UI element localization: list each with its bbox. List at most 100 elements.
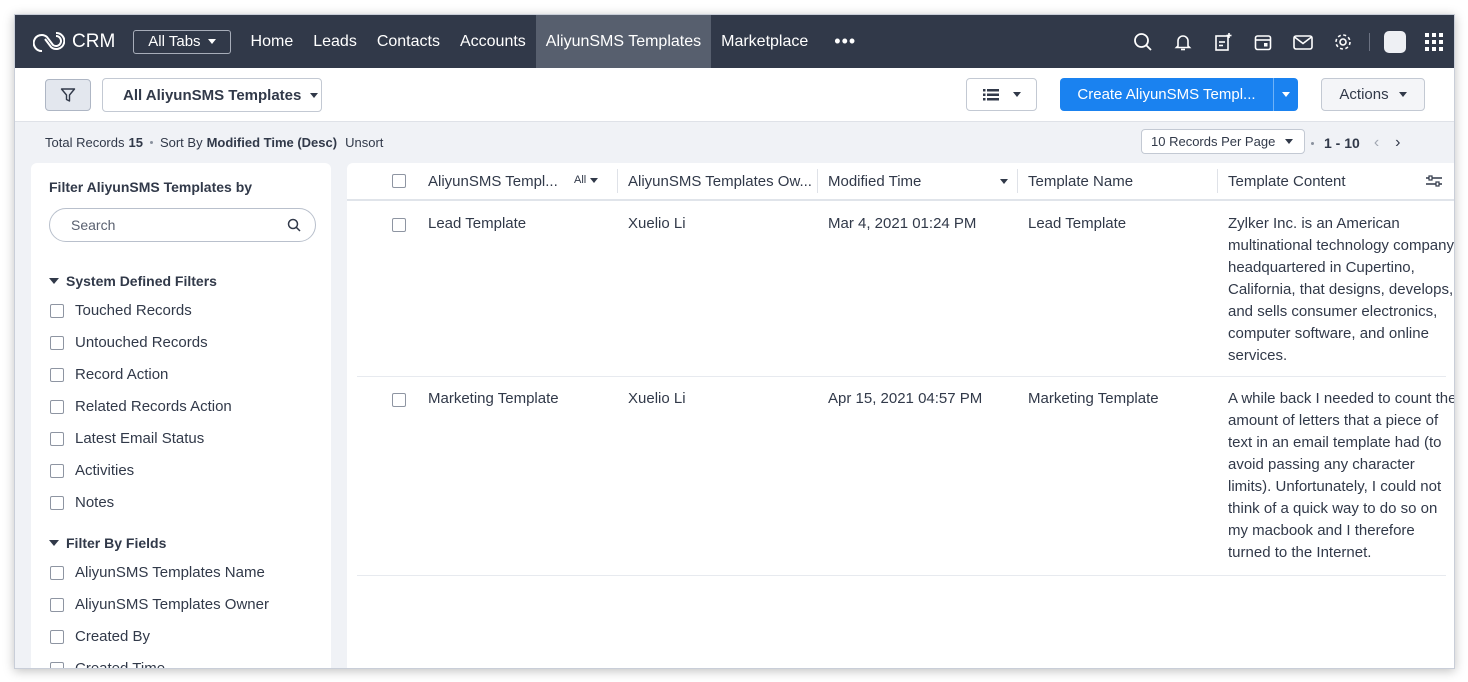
column-label: AliyunSMS Templates Ow... bbox=[628, 172, 812, 190]
checkbox[interactable] bbox=[50, 495, 64, 510]
row-checkbox[interactable] bbox=[392, 393, 406, 407]
sort-by-label: Sort By bbox=[159, 135, 203, 150]
previous-page-icon[interactable]: ‹ bbox=[1374, 135, 1379, 151]
column-filter-all-dropdown[interactable]: All bbox=[574, 174, 599, 186]
total-records-value: 15 bbox=[128, 135, 143, 150]
top-nav: CRM All Tabs Home Leads Contacts Account… bbox=[15, 15, 1454, 68]
page-range: 1 - 10 bbox=[1324, 135, 1360, 151]
nav-icons bbox=[1123, 15, 1454, 68]
system-filters-header[interactable]: System Defined Filters bbox=[49, 273, 217, 289]
cell-template-content: A while back I needed to count the amoun… bbox=[1228, 390, 1455, 561]
avatar[interactable] bbox=[1384, 30, 1406, 53]
filter-notes[interactable]: Notes bbox=[50, 494, 114, 511]
tab-contacts[interactable]: Contacts bbox=[367, 15, 450, 68]
checkbox[interactable] bbox=[50, 661, 64, 668]
more-tabs-button[interactable]: ••• bbox=[818, 15, 872, 68]
bell-icon[interactable] bbox=[1163, 15, 1203, 68]
tab-aliyunsms-templates[interactable]: AliyunSMS Templates bbox=[535, 15, 712, 68]
table-row[interactable]: Marketing Template Xuelio Li Apr 15, 202… bbox=[357, 378, 1454, 576]
tab-home[interactable]: Home bbox=[241, 15, 304, 68]
column-header-template-name-field[interactable]: Template Name bbox=[1028, 163, 1213, 199]
view-selector-label: All AliyunSMS Templates bbox=[123, 86, 302, 104]
calendar-icon[interactable] bbox=[1243, 15, 1283, 68]
toolbar: All AliyunSMS Templates Create AliyunSMS… bbox=[15, 68, 1454, 122]
view-selector[interactable]: All AliyunSMS Templates bbox=[102, 78, 322, 112]
field-filters-header[interactable]: Filter By Fields bbox=[49, 535, 166, 551]
tab-accounts[interactable]: Accounts bbox=[450, 15, 536, 68]
filter-activities[interactable]: Activities bbox=[50, 462, 134, 479]
column-header-template-content[interactable]: Template Content bbox=[1228, 163, 1418, 199]
row-checkbox[interactable] bbox=[392, 218, 406, 232]
checkbox[interactable] bbox=[50, 597, 64, 612]
checkbox[interactable] bbox=[50, 367, 64, 382]
actions-button[interactable]: Actions bbox=[1321, 78, 1425, 111]
checkbox[interactable] bbox=[50, 335, 64, 350]
sort-desc-icon bbox=[1000, 178, 1009, 184]
chevron-down-icon bbox=[1398, 92, 1407, 97]
cell-name[interactable]: Marketing Template bbox=[428, 390, 559, 407]
filter-label: AliyunSMS Templates Name bbox=[75, 564, 265, 581]
separator-dot bbox=[149, 141, 153, 144]
cell-name[interactable]: Lead Template bbox=[428, 215, 526, 232]
create-options-dropdown[interactable] bbox=[1274, 78, 1298, 111]
column-divider bbox=[817, 169, 818, 193]
checkbox[interactable] bbox=[50, 303, 64, 318]
logo-text: CRM bbox=[72, 30, 116, 52]
system-filters-title: System Defined Filters bbox=[66, 273, 217, 289]
mail-icon[interactable] bbox=[1283, 15, 1323, 68]
column-header-template-name[interactable]: AliyunSMS Templ... bbox=[428, 163, 568, 199]
column-header-modified-time[interactable]: Modified Time bbox=[828, 163, 1018, 199]
records-summary: Total Records 15 Sort By Modified Time (… bbox=[45, 135, 383, 150]
list-view-button[interactable] bbox=[966, 78, 1037, 111]
cell-modified-time: Apr 15, 2021 04:57 PM bbox=[828, 390, 983, 407]
filter-touched-records[interactable]: Touched Records bbox=[50, 302, 192, 319]
gear-icon[interactable] bbox=[1323, 15, 1363, 68]
filter-untouched-records[interactable]: Untouched Records bbox=[50, 334, 208, 351]
sort-by-value: Modified Time (Desc) bbox=[206, 135, 338, 150]
checkbox[interactable] bbox=[50, 431, 64, 446]
filter-search-input[interactable]: Search bbox=[49, 208, 316, 242]
all-tabs-dropdown[interactable]: All Tabs bbox=[133, 29, 231, 54]
filter-label: Untouched Records bbox=[75, 334, 208, 351]
unsort-link[interactable]: Unsort bbox=[345, 135, 383, 150]
filter-search-placeholder: Search bbox=[71, 217, 116, 233]
tab-marketplace[interactable]: Marketplace bbox=[711, 15, 818, 68]
pagination: 1 - 10 ‹ › bbox=[1311, 135, 1400, 151]
create-template-label[interactable]: Create AliyunSMS Templ... bbox=[1060, 78, 1274, 111]
filter-toggle-button[interactable] bbox=[45, 79, 91, 111]
filter-label: Notes bbox=[75, 494, 115, 511]
table-row[interactable]: Lead Template Xuelio Li Mar 4, 2021 01:2… bbox=[357, 203, 1454, 377]
separator-dot bbox=[1311, 141, 1314, 145]
records-per-page-select[interactable]: 10 Records Per Page bbox=[1141, 129, 1305, 154]
column-divider bbox=[1017, 169, 1018, 193]
tab-leads[interactable]: Leads bbox=[303, 15, 367, 68]
filter-templates-owner[interactable]: AliyunSMS Templates Owner bbox=[50, 596, 269, 613]
next-page-icon[interactable]: › bbox=[1395, 135, 1400, 151]
filter-latest-email-status[interactable]: Latest Email Status bbox=[50, 430, 204, 447]
checkbox[interactable] bbox=[50, 629, 64, 644]
column-settings-icon[interactable] bbox=[1425, 163, 1449, 199]
filter-label: Latest Email Status bbox=[75, 430, 205, 447]
add-note-icon[interactable] bbox=[1203, 15, 1243, 68]
collapse-triangle-icon bbox=[49, 540, 59, 546]
filter-icon bbox=[60, 88, 76, 102]
create-template-button[interactable]: Create AliyunSMS Templ... bbox=[1060, 78, 1298, 111]
cell-modified-time: Mar 4, 2021 01:24 PM bbox=[828, 215, 977, 232]
filter-created-by[interactable]: Created By bbox=[50, 628, 150, 645]
filter-label: AliyunSMS Templates Owner bbox=[75, 596, 269, 613]
filter-related-records-action[interactable]: Related Records Action bbox=[50, 398, 232, 415]
checkbox[interactable] bbox=[50, 399, 64, 414]
filter-created-time[interactable]: Created Time bbox=[50, 660, 165, 668]
select-all-checkbox[interactable] bbox=[392, 174, 406, 188]
filter-record-action[interactable]: Record Action bbox=[50, 366, 168, 383]
chevron-down-icon bbox=[207, 39, 216, 44]
field-filters-title: Filter By Fields bbox=[66, 535, 167, 551]
checkbox[interactable] bbox=[50, 463, 64, 478]
filter-templates-name[interactable]: AliyunSMS Templates Name bbox=[50, 564, 265, 581]
crm-logo[interactable]: CRM bbox=[33, 31, 115, 53]
apps-grid-icon[interactable] bbox=[1414, 15, 1454, 68]
column-header-owner[interactable]: AliyunSMS Templates Ow... bbox=[628, 163, 813, 199]
actions-label: Actions bbox=[1339, 86, 1389, 103]
search-icon[interactable] bbox=[1123, 15, 1163, 68]
checkbox[interactable] bbox=[50, 565, 64, 580]
